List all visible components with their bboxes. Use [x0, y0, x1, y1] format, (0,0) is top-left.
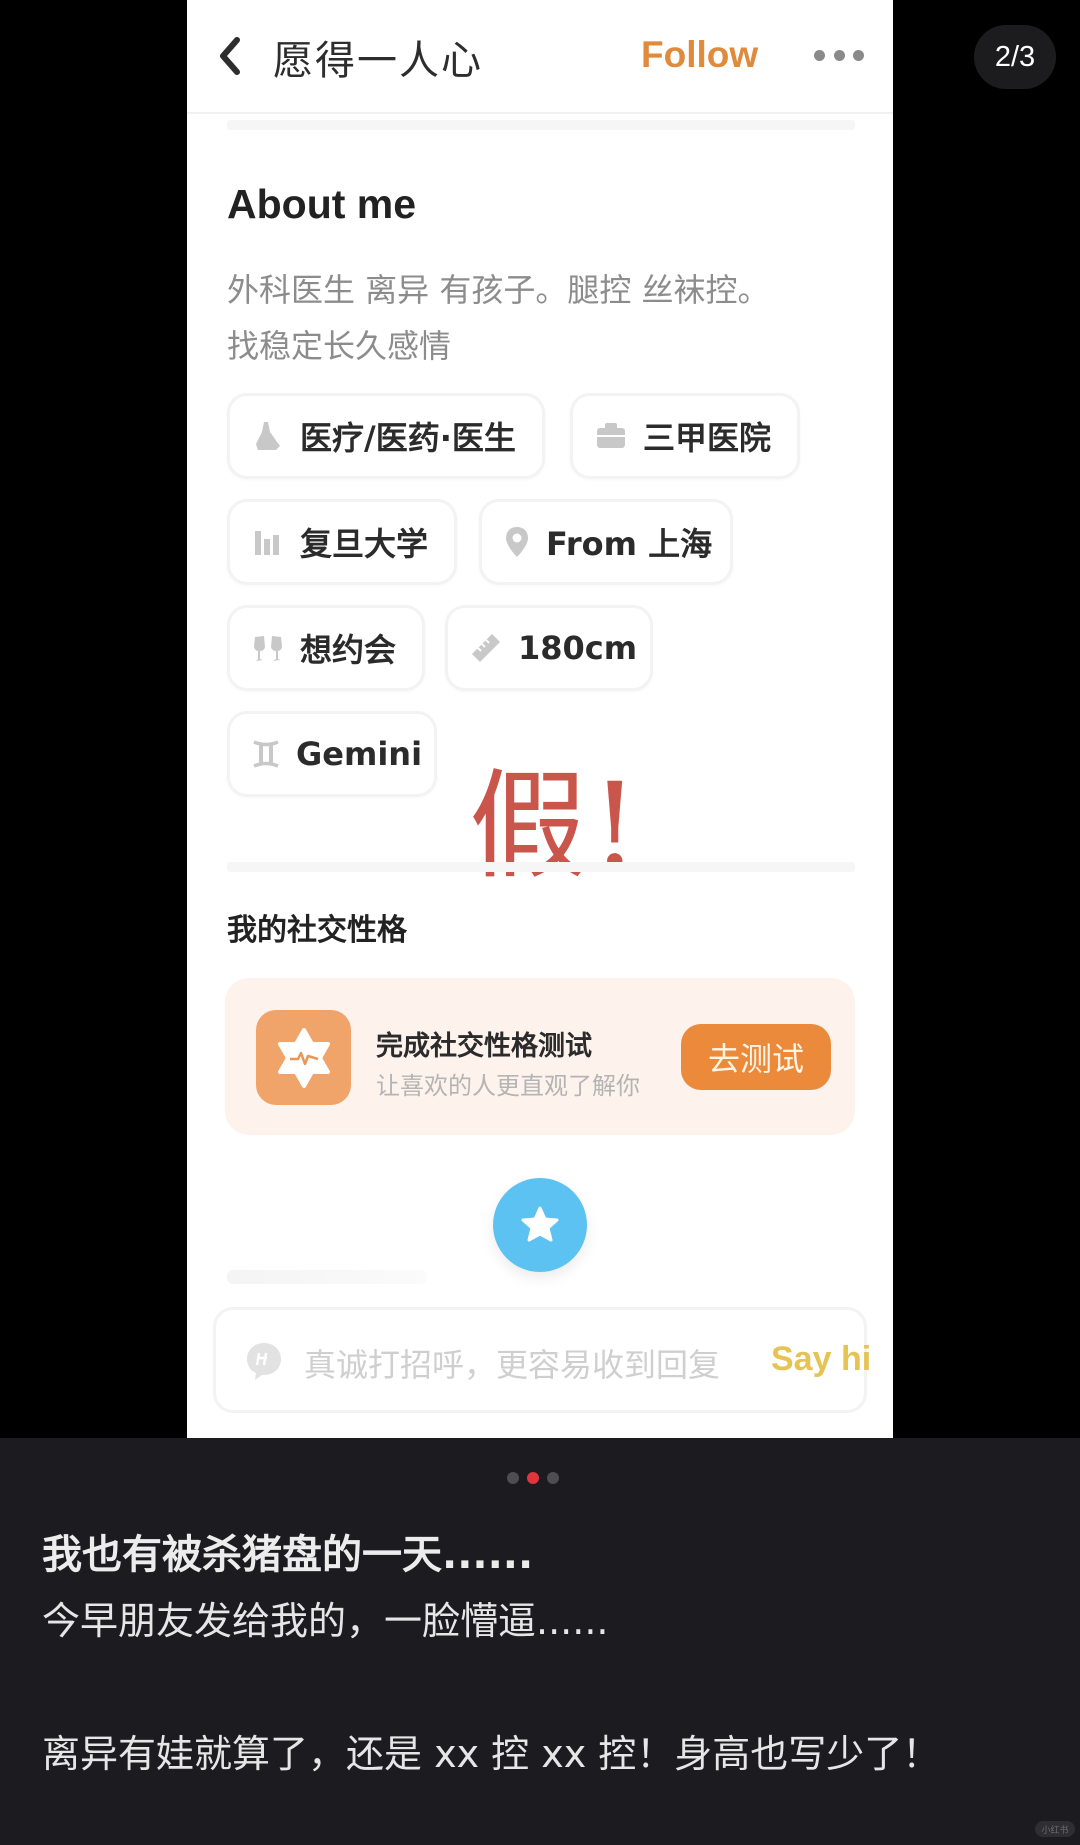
- carousel-dot[interactable]: [507, 1472, 519, 1484]
- say-hi-button[interactable]: Say hi: [771, 1340, 871, 1379]
- tag-label: 180cm: [518, 629, 638, 667]
- card-title: 完成社交性格测试: [376, 1031, 592, 1062]
- about-me-heading: About me: [227, 181, 417, 227]
- about-me-text: 外科医生 离异 有孩子。腿控 丝袜控。 找稳定长久感情: [227, 262, 867, 374]
- tag-label: Gemini: [296, 735, 423, 773]
- carousel-dot[interactable]: [547, 1472, 559, 1484]
- app-watermark: 小红书: [1035, 1821, 1075, 1837]
- tag-label: 三甲医院: [643, 419, 772, 457]
- post-body-line: 离异有娃就算了，还是 xx 控 xx 控！身高也写少了！: [42, 1732, 941, 1776]
- profile-name: 愿得一人心: [273, 38, 483, 84]
- message-bar: 真诚打招呼，更容易收到回复 Say hi: [213, 1307, 871, 1413]
- tag-label: From 上海: [546, 525, 713, 563]
- chevron-left-icon: [220, 37, 240, 75]
- tag-label: 医疗/医药·医生: [300, 419, 516, 457]
- personality-test-card[interactable]: 完成社交性格测试 让喜欢的人更直观了解你 去测试: [225, 978, 855, 1135]
- profile-tag[interactable]: 想约会: [227, 605, 425, 691]
- about-me-line: 找稳定长久感情: [227, 327, 452, 365]
- chat-bubble-icon: [247, 1343, 281, 1380]
- carousel-indicator: [507, 1472, 559, 1484]
- tag-label: 复旦大学: [300, 525, 429, 563]
- post-caption: 我也有被杀猪盘的一天...... 今早朋友发给我的，一脸懵逼...... 离异有…: [0, 1438, 1080, 1845]
- page-indicator-badge: 2/3: [974, 25, 1056, 89]
- tag-label: 想约会: [300, 631, 397, 669]
- star-pulse-icon: [277, 1027, 330, 1088]
- briefcase-icon: [595, 420, 627, 452]
- faded-section-heading: [227, 1270, 427, 1284]
- fake-annotation: 假!: [469, 757, 643, 895]
- social-personality-heading: 我的社交性格: [227, 913, 407, 948]
- card-subtitle: 让喜欢的人更直观了解你: [376, 1072, 640, 1100]
- carousel-dot-active[interactable]: [527, 1472, 539, 1484]
- more-options-icon[interactable]: [814, 50, 864, 62]
- section-divider: [227, 862, 855, 872]
- profile-tag[interactable]: From 上海: [479, 499, 733, 585]
- post-title: 我也有被杀猪盘的一天......: [42, 1532, 534, 1578]
- about-me-line: 外科医生 离异 有孩子。腿控 丝袜控。: [227, 271, 770, 309]
- greeting-input[interactable]: 真诚打招呼，更容易收到回复: [304, 1340, 720, 1386]
- profile-tag[interactable]: 医疗/医药·医生: [227, 393, 545, 479]
- industry-icon: [252, 420, 284, 452]
- gemini-icon: [252, 738, 280, 770]
- location-pin-icon: [504, 526, 530, 558]
- cheers-icon: [252, 632, 284, 664]
- star-icon: [521, 1206, 559, 1242]
- profile-header: 愿得一人心 Follow: [187, 0, 893, 112]
- post-body-line: 今早朋友发给我的，一脸懵逼......: [42, 1599, 609, 1643]
- header-divider: [187, 112, 893, 114]
- take-test-button[interactable]: 去测试: [681, 1024, 831, 1090]
- school-icon: [252, 526, 284, 558]
- follow-button[interactable]: Follow: [641, 34, 758, 76]
- profile-tag[interactable]: Gemini: [227, 711, 437, 797]
- profile-tag[interactable]: 180cm: [445, 605, 653, 691]
- profile-tag[interactable]: 三甲医院: [570, 393, 800, 479]
- back-button[interactable]: [211, 34, 251, 78]
- favorite-button[interactable]: [493, 1178, 587, 1272]
- personality-test-icon: [256, 1010, 351, 1105]
- profile-screenshot: 愿得一人心 Follow About me 外科医生 离异 有孩子。腿控 丝袜控…: [187, 0, 893, 1438]
- ruler-icon: [470, 632, 502, 664]
- section-divider: [227, 120, 855, 130]
- profile-tag[interactable]: 复旦大学: [227, 499, 457, 585]
